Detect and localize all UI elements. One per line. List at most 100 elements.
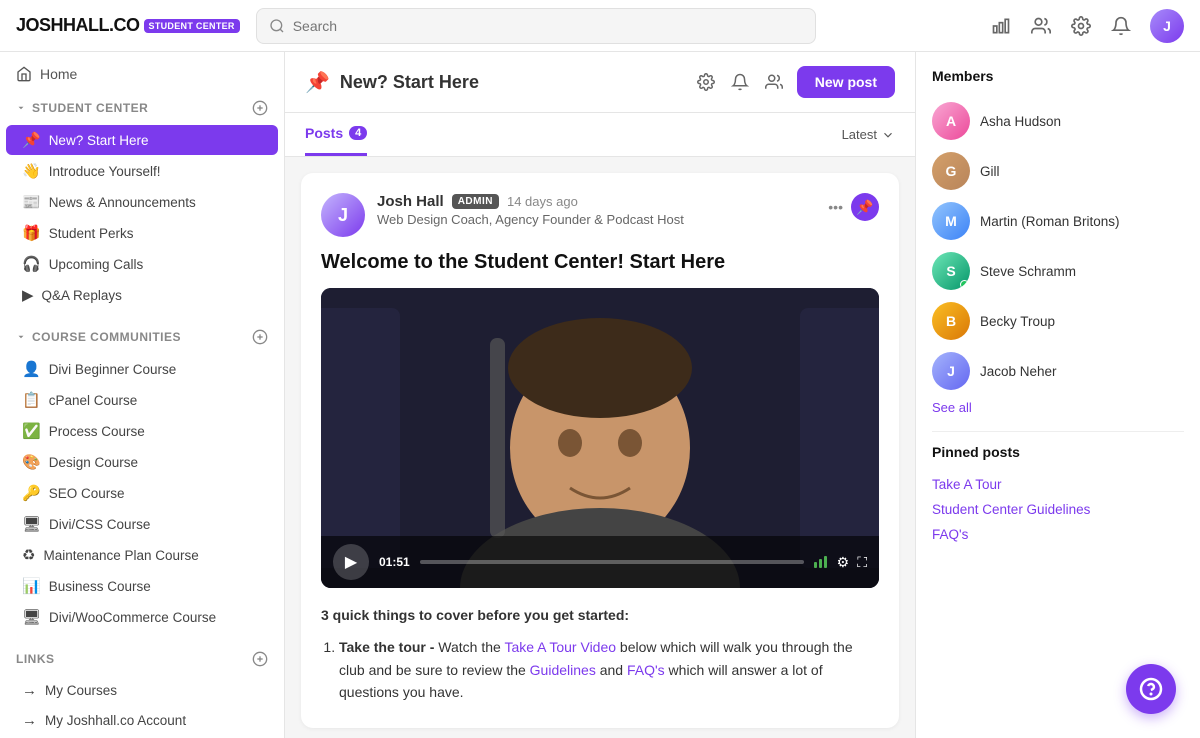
sidebar-item-process[interactable]: ✅ Process Course <box>6 416 278 446</box>
more-options-icon[interactable]: ••• <box>828 199 843 215</box>
channel-settings-icon[interactable] <box>695 71 717 93</box>
add-course-icon[interactable] <box>252 329 268 345</box>
video-progress-bar[interactable] <box>420 560 804 564</box>
guidelines-link[interactable]: Guidelines <box>530 662 596 678</box>
sidebar-item-label: Divi/WooCommerce Course <box>49 610 216 625</box>
channel-title-text: New? Start Here <box>340 72 479 93</box>
logo-text: JOSHHALL.CO <box>16 15 140 36</box>
student-center-section: Student Center <box>0 90 284 124</box>
member-steve[interactable]: S Steve Schramm <box>932 246 1184 296</box>
add-icon[interactable] <box>252 100 268 116</box>
video-settings[interactable]: ⚙ ⛶ <box>837 554 867 571</box>
sidebar-item-label: Introduce Yourself! <box>49 164 161 179</box>
sidebar-item-new-start-here[interactable]: 📌 New? Start Here <box>6 125 278 155</box>
sidebar-item-qa-replays[interactable]: ▶ Q&A Replays <box>6 280 278 310</box>
course-communities-title: Course Communities <box>16 330 181 344</box>
sidebar-item-news[interactable]: 📰 News & Announcements <box>6 187 278 217</box>
sidebar-item-label: Process Course <box>49 424 145 439</box>
sidebar-item-cpanel[interactable]: 📋 cPanel Course <box>6 385 278 415</box>
member-asha[interactable]: A Asha Hudson <box>932 96 1184 146</box>
member-name-martin: Martin (Roman Britons) <box>980 214 1120 229</box>
sidebar-item-diviwoo[interactable]: 🖥 Divi/WooCommerce Course <box>6 602 278 632</box>
sort-label: Latest <box>842 127 877 142</box>
sidebar-item-label: Business Course <box>49 579 151 594</box>
search-input[interactable] <box>293 18 803 34</box>
new-post-button[interactable]: New post <box>797 66 895 98</box>
sidebar-item-label: New? Start Here <box>49 133 149 148</box>
see-all-members[interactable]: See all <box>932 400 1184 415</box>
sidebar-item-label: Maintenance Plan Course <box>43 548 198 563</box>
sort-button[interactable]: Latest <box>842 127 895 142</box>
sidebar-item-introduce[interactable]: 👋 Introduce Yourself! <box>6 156 278 186</box>
member-avatar-gill: G <box>932 152 970 190</box>
member-becky[interactable]: B Becky Troup <box>932 296 1184 346</box>
pinned-posts-title: Pinned posts <box>932 444 1184 460</box>
bell-icon[interactable] <box>1110 15 1132 37</box>
people-icon[interactable] <box>1030 15 1052 37</box>
nav-icons: J <box>990 9 1184 43</box>
post-menu[interactable]: ••• 📌 <box>828 193 879 221</box>
sidebar: Home Student Center 📌 New? Start Here 👋 … <box>0 52 285 738</box>
pinned-faqs[interactable]: FAQ's <box>932 522 1184 547</box>
pinned-take-a-tour[interactable]: Take A Tour <box>932 472 1184 497</box>
sidebar-item-label: Student Perks <box>49 226 134 241</box>
sidebar-item-divicss[interactable]: 🖥 Divi/CSS Course <box>6 509 278 539</box>
right-sidebar: Members A Asha Hudson G Gill M Martin (R… <box>915 52 1200 738</box>
logo[interactable]: JOSHHALL.CO STUDENT CENTER <box>16 15 240 36</box>
sidebar-item-divi-beginner[interactable]: 👤 Divi Beginner Course <box>6 354 278 384</box>
post-author-avatar: J <box>321 193 365 237</box>
pinned-guidelines[interactable]: Student Center Guidelines <box>932 497 1184 522</box>
links-title: Links <box>16 652 55 666</box>
post-author-name: Josh Hall <box>377 193 444 210</box>
sidebar-item-my-courses[interactable]: → My Courses <box>6 676 278 705</box>
chart-icon[interactable] <box>990 15 1012 37</box>
add-link-icon[interactable] <box>252 651 268 667</box>
admin-badge: ADMIN <box>452 194 499 209</box>
member-name-gill: Gill <box>980 164 1000 179</box>
member-jacob[interactable]: J Jacob Neher <box>932 346 1184 396</box>
search-bar[interactable] <box>256 8 816 44</box>
sidebar-item-design[interactable]: 🎨 Design Course <box>6 447 278 477</box>
video-timestamp: 01:51 <box>379 555 410 569</box>
channel-bell-icon[interactable] <box>729 71 751 93</box>
member-gill[interactable]: G Gill <box>932 146 1184 196</box>
news-icon: 📰 <box>22 193 41 211</box>
fullscreen-icon[interactable]: ⛶ <box>857 554 867 571</box>
sidebar-divider <box>932 431 1184 432</box>
sidebar-item-label: Divi/CSS Course <box>49 517 150 532</box>
faqs-link[interactable]: FAQ's <box>627 662 665 678</box>
sidebar-item-business[interactable]: 📊 Business Course <box>6 571 278 601</box>
take-a-tour-link[interactable]: Take A Tour Video <box>504 639 616 655</box>
sidebar-item-label: Divi Beginner Course <box>49 362 177 377</box>
links-section: Links <box>0 641 284 675</box>
member-avatar-martin: M <box>932 202 970 240</box>
settings-icon[interactable] <box>1070 15 1092 37</box>
sidebar-item-seo[interactable]: 🔑 SEO Course <box>6 478 278 508</box>
sidebar-item-label: My Joshhall.co Account <box>45 713 186 728</box>
post-body-intro: 3 quick things to cover before you get s… <box>321 604 879 626</box>
video-controls[interactable]: ▶ 01:51 ⚙ ⛶ <box>321 536 879 588</box>
sidebar-item-my-account[interactable]: → My Joshhall.co Account <box>6 706 278 735</box>
volume-bars <box>814 556 827 568</box>
sidebar-item-label: SEO Course <box>49 486 125 501</box>
sidebar-item-perks[interactable]: 🎁 Student Perks <box>6 218 278 248</box>
post-body: 3 quick things to cover before you get s… <box>321 604 879 704</box>
tab-posts[interactable]: Posts 4 <box>305 113 367 156</box>
channel-members-icon[interactable] <box>763 71 785 93</box>
play-button[interactable]: ▶ <box>333 544 369 580</box>
video-player[interactable]: ▶ 01:51 ⚙ ⛶ <box>321 288 879 588</box>
sidebar-home[interactable]: Home <box>0 52 284 90</box>
channel-header: 📌 New? Start Here New post <box>285 52 915 113</box>
member-martin[interactable]: M Martin (Roman Britons) <box>932 196 1184 246</box>
channel-title-icon: 📌 <box>305 70 330 95</box>
post-author-row: Josh Hall ADMIN 14 days ago <box>377 193 816 210</box>
member-avatar-steve: S <box>932 252 970 290</box>
top-nav: JOSHHALL.CO STUDENT CENTER J <box>0 0 1200 52</box>
sidebar-item-upcoming-calls[interactable]: 🎧 Upcoming Calls <box>6 249 278 279</box>
settings-gear-icon[interactable]: ⚙ <box>837 554 850 571</box>
member-avatar-jacob: J <box>932 352 970 390</box>
sidebar-item-maintenance[interactable]: ♻ Maintenance Plan Course <box>6 540 278 570</box>
help-button[interactable] <box>1126 664 1176 714</box>
user-avatar[interactable]: J <box>1150 9 1184 43</box>
post-title: Welcome to the Student Center! Start Her… <box>321 251 879 274</box>
